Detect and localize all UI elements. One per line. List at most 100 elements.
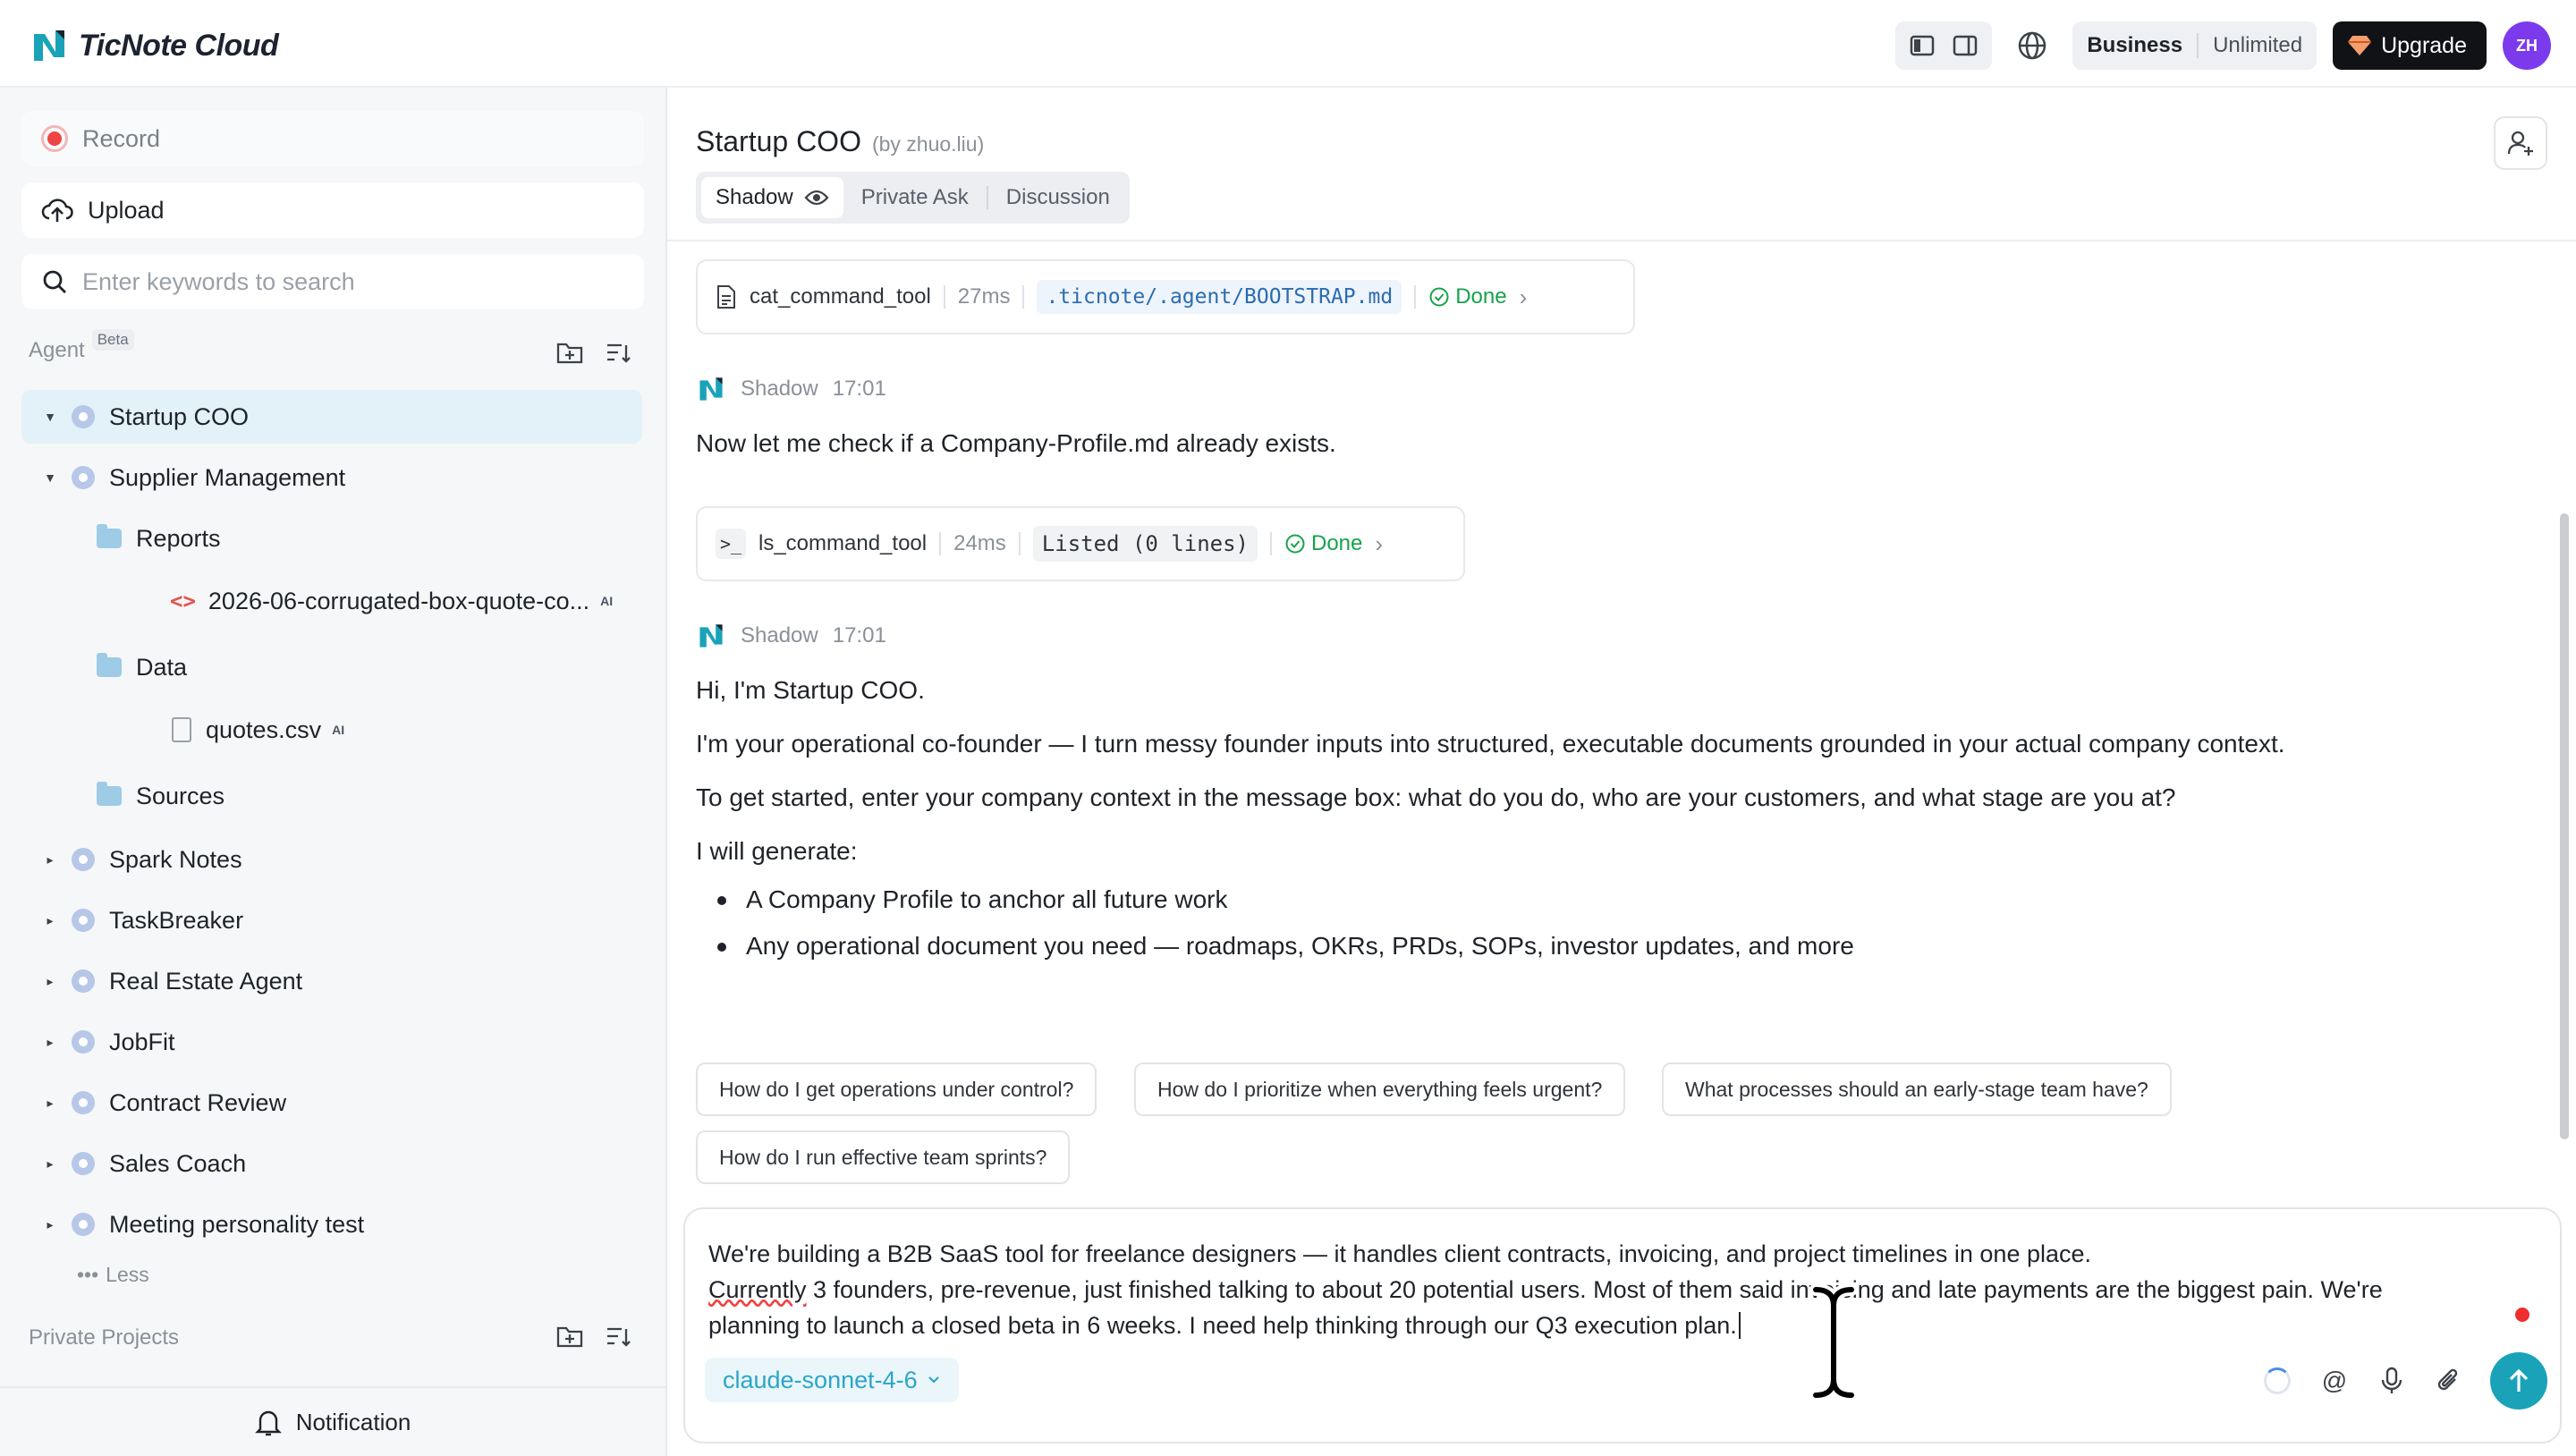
suggestion-chip[interactable]: How do I run effective team sprints? xyxy=(696,1130,1071,1184)
intro-instructions: To get started, enter your company conte… xyxy=(696,783,2176,811)
message-composer[interactable]: We're building a B2B SaaS tool for freel… xyxy=(683,1207,2562,1443)
caret-right-icon[interactable]: ▸ xyxy=(41,972,59,990)
document-icon xyxy=(717,285,735,309)
message-meta: Shadow 17:01 xyxy=(696,374,886,404)
message-sender: Shadow xyxy=(741,377,818,401)
code-file-icon: <> xyxy=(170,588,196,614)
sort-button[interactable] xyxy=(605,340,631,367)
sidebar-layout-button[interactable] xyxy=(1904,28,1940,63)
user-plus-icon xyxy=(2507,131,2533,156)
composer-line-rest: 3 founders, pre-revenue, just finished t… xyxy=(806,1276,2383,1303)
tree-file-corrugated-box-quote[interactable]: <> 2026-06-corrugated-box-quote-co... AI xyxy=(21,574,642,628)
layout-toggle xyxy=(1895,21,1993,70)
tree-folder-sources[interactable]: Sources xyxy=(21,769,642,823)
caret-down-icon[interactable]: ▼ xyxy=(41,469,59,487)
caret-right-icon[interactable]: ▸ xyxy=(41,1215,59,1233)
scrollbar-thumb[interactable] xyxy=(2560,513,2569,1139)
caret-right-icon[interactable]: ▸ xyxy=(41,1094,59,1112)
record-button[interactable]: Record xyxy=(21,111,644,166)
caret-down-icon[interactable]: ▼ xyxy=(41,408,59,426)
app-logo[interactable]: TicNote Cloud xyxy=(29,25,279,66)
plan-tier: Unlimited xyxy=(2213,33,2303,57)
agent-icon xyxy=(72,969,95,993)
tree-folder-data[interactable]: Data xyxy=(21,640,642,694)
tree-agent-spark-notes[interactable]: ▸ Spark Notes xyxy=(21,833,642,886)
tree-agent-startup-coo[interactable]: ▼ Startup COO xyxy=(21,390,642,444)
message-meta: Shadow 17:01 xyxy=(696,621,886,651)
new-project-folder-button[interactable] xyxy=(556,1324,583,1350)
ticnote-logo-icon xyxy=(34,30,64,61)
divider xyxy=(1018,532,1021,555)
agent-section-actions xyxy=(556,340,631,367)
tree-label: Reports xyxy=(136,524,221,552)
record-icon xyxy=(41,125,68,152)
tool-call-card[interactable]: >_ ls_command_tool 24ms Listed (0 lines)… xyxy=(696,506,1465,581)
caret-right-icon[interactable]: ▸ xyxy=(41,851,59,868)
send-button[interactable] xyxy=(2490,1352,2547,1409)
model-selector[interactable]: claude-sonnet-4-6 xyxy=(705,1358,959,1402)
upload-button[interactable]: Upload xyxy=(21,182,644,238)
panel-layout-button[interactable] xyxy=(1947,28,1983,63)
agent-icon xyxy=(72,405,95,428)
suggestion-chip[interactable]: What processes should an early-stage tea… xyxy=(1662,1062,2172,1116)
notification-button[interactable]: Notification xyxy=(0,1386,665,1456)
tree-agent-jobfit[interactable]: ▸ JobFit xyxy=(21,1015,642,1069)
folder-plus-icon xyxy=(556,343,583,364)
status-label: Done xyxy=(1310,531,1363,555)
suggestion-chip[interactable]: How do I get operations under control? xyxy=(696,1062,1097,1116)
tool-call-card[interactable]: cat_command_tool 27ms .ticnote/.agent/BO… xyxy=(696,259,1635,334)
attach-button[interactable] xyxy=(2433,1365,2465,1397)
search-input[interactable]: Enter keywords to search xyxy=(21,254,644,309)
tab-private-ask[interactable]: Private Ask xyxy=(847,177,983,218)
caret-right-icon[interactable]: ▸ xyxy=(41,911,59,929)
project-sort-button[interactable] xyxy=(605,1324,631,1350)
folder-icon xyxy=(97,782,122,806)
plan-indicator[interactable]: Business Unlimited xyxy=(2072,21,2318,70)
model-name: claude-sonnet-4-6 xyxy=(723,1366,918,1393)
mention-button[interactable]: @ xyxy=(2318,1365,2351,1397)
tree-agent-real-estate[interactable]: ▸ Real Estate Agent xyxy=(21,954,642,1008)
composer-input[interactable]: We're building a B2B SaaS tool for freel… xyxy=(708,1236,2506,1343)
composer-line: Currently 3 founders, pre-revenue, just … xyxy=(708,1272,2506,1308)
tool-status: Done xyxy=(1428,284,1507,309)
status-label: Done xyxy=(1455,284,1507,309)
tree-label: 2026-06-corrugated-box-quote-co... xyxy=(208,587,590,614)
tree-agent-contract-review[interactable]: ▸ Contract Review xyxy=(21,1076,642,1130)
tab-label: Shadow xyxy=(716,185,793,209)
tree-file-quotes-csv[interactable]: quotes.csv AI xyxy=(21,703,642,757)
eye-icon[interactable] xyxy=(804,189,829,207)
ibeam-cursor-icon xyxy=(1809,1284,1858,1401)
voice-button[interactable] xyxy=(2376,1365,2408,1397)
folder-icon xyxy=(97,524,122,548)
chevron-right-icon[interactable]: › xyxy=(1520,284,1528,311)
tree-agent-sales-coach[interactable]: ▸ Sales Coach xyxy=(21,1137,642,1190)
tree-folder-reports[interactable]: Reports xyxy=(21,512,642,565)
suggestion-chip[interactable]: How do I prioritize when everything feel… xyxy=(1134,1062,1626,1116)
tree-agent-supplier-management[interactable]: ▼ Supplier Management xyxy=(21,451,642,504)
caret-right-icon[interactable]: ▸ xyxy=(41,1033,59,1051)
user-avatar[interactable]: ZH xyxy=(2503,21,2551,70)
new-folder-button[interactable] xyxy=(556,340,583,367)
tab-shadow[interactable]: Shadow xyxy=(701,177,843,218)
chevron-right-icon[interactable]: › xyxy=(1375,530,1383,558)
upgrade-button[interactable]: Upgrade xyxy=(2333,21,2487,70)
agent-icon xyxy=(72,909,95,932)
tree-label: Spark Notes xyxy=(109,845,242,873)
tree-agent-meeting-personality[interactable]: ▸ Meeting personality test xyxy=(21,1198,642,1251)
folder-icon xyxy=(97,653,122,677)
agent-icon xyxy=(72,1152,95,1175)
intro-description: I'm your operational co-founder — I turn… xyxy=(696,730,2285,758)
tab-discussion[interactable]: Discussion xyxy=(992,177,1124,218)
tree-label: Startup COO xyxy=(109,402,250,430)
tree-agent-taskbreaker[interactable]: ▸ TaskBreaker xyxy=(21,893,642,947)
add-member-button[interactable] xyxy=(2494,116,2547,170)
divider xyxy=(1414,285,1417,309)
search-icon xyxy=(43,270,66,293)
caret-right-icon[interactable]: ▸ xyxy=(41,1155,59,1172)
language-button[interactable] xyxy=(2008,21,2056,70)
search-placeholder: Enter keywords to search xyxy=(82,267,355,295)
sidebar-layout-icon xyxy=(1911,35,1935,56)
topbar-actions: Business Unlimited Upgrade ZH xyxy=(1895,21,2551,70)
tree-label: JobFit xyxy=(109,1028,175,1055)
show-less-button[interactable]: ••• Less xyxy=(77,1263,149,1287)
